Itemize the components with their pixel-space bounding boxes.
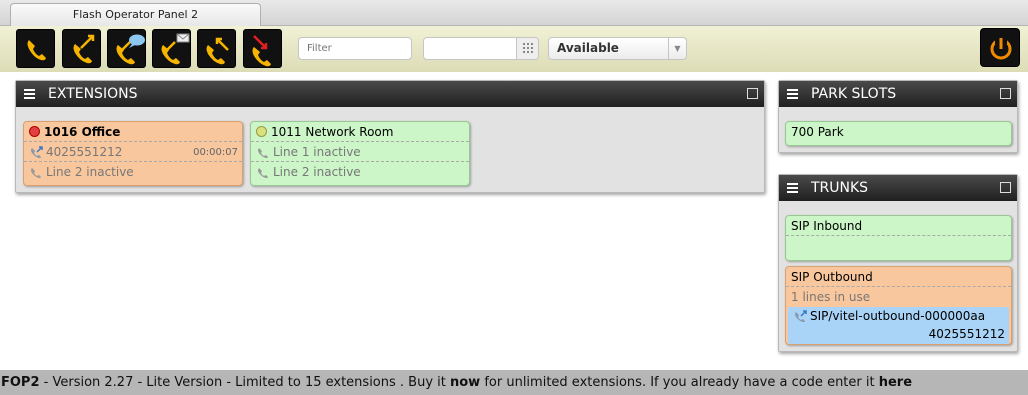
presence-value: Available [557,41,619,55]
line-status: Line 1 inactive [273,145,361,159]
tab-bar: Flash Operator Panel 2 [0,0,1028,27]
menu-icon[interactable] [787,89,798,91]
extensions-header: EXTENSIONS [16,81,764,107]
footer-text: for unlimited extensions. If you already… [480,375,879,390]
park-slot-label: 700 Park [791,125,844,139]
maximize-icon[interactable] [747,88,758,99]
panel-title: EXTENSIONS [48,86,138,102]
trunk-sip-outbound[interactable]: SIP Outbound 1 lines in use SIP/vitel-ou… [785,266,1012,345]
enter-code-link[interactable]: here [879,375,912,390]
phone-active-icon [31,146,43,158]
power-icon [990,36,1012,60]
panel-title: TRUNKS [811,180,869,196]
pickup-button[interactable] [197,29,236,68]
trunks-panel: TRUNKS SIP Inbound SIP Outbound 1 lines … [778,174,1018,352]
transfer-button[interactable] [62,29,101,68]
chevron-down-icon: ▼ [668,38,686,59]
idle-status-icon [256,126,267,137]
trunks-header: TRUNKS [779,175,1017,201]
panel-title: PARK SLOTS [811,86,897,102]
hangup-button[interactable] [243,29,282,68]
phone-active-icon [795,310,807,322]
voicemail-button[interactable] [152,29,191,68]
trunk-name: SIP Outbound [786,268,1011,287]
footer-brand: FOP2 [1,375,40,390]
busy-status-icon [29,126,40,137]
dial-input[interactable] [423,37,539,60]
phone-chat-icon [116,34,145,65]
extensions-panel: EXTENSIONS 1016 Office 4025551212 00:00:0… [15,80,765,193]
phone-line-icon [258,168,268,178]
parkslots-header: PARK SLOTS [779,81,1017,107]
footer-bar: FOP2 - Version 2.27 - Lite Version - Lim… [0,370,1028,395]
channel-name: SIP/vitel-outbound-000000aa [810,309,986,323]
caller-number: 4025551212 [46,145,123,159]
parkslots-panel: PARK SLOTS 700 Park [778,80,1018,153]
phone-hangup-icon [252,35,271,67]
menu-icon[interactable] [24,89,35,91]
phone-line-icon [258,148,268,158]
filter-input[interactable] [298,37,412,60]
extension-name: 1011 Network Room [271,125,394,139]
park-slot-700[interactable]: 700 Park [785,121,1012,146]
call-timer: 00:00:07 [193,147,238,158]
tab-flash-operator-panel[interactable]: Flash Operator Panel 2 [10,3,261,27]
line-status: Line 2 inactive [273,165,361,179]
line-status: Line 2 inactive [46,165,134,179]
maximize-icon[interactable] [1000,182,1011,193]
phone-pickup-icon [206,37,229,65]
phone-handset-icon [27,40,46,61]
trunk-status: 1 lines in use [791,290,871,304]
phone-transfer-icon [73,34,95,64]
active-channel[interactable]: SIP/vitel-outbound-000000aa 4025551212 [788,307,1009,344]
extension-name: 1016 Office [44,125,121,139]
keypad-icon[interactable] [516,38,538,59]
buy-now-link[interactable]: now [450,375,480,390]
dial-button[interactable] [16,29,55,68]
chat-button[interactable] [107,29,146,68]
menu-icon[interactable] [787,183,798,185]
trunk-name: SIP Inbound [786,217,1011,236]
footer-text: - Version 2.27 - Lite Version - Limited … [39,375,450,390]
logout-button[interactable] [980,28,1020,67]
phone-line-icon [31,168,41,178]
extension-card-1011[interactable]: 1011 Network Room Line 1 inactive Line 2… [250,121,470,186]
trunk-sip-inbound[interactable]: SIP Inbound [785,215,1012,261]
phone-voicemail-icon [161,33,190,65]
extension-card-1016[interactable]: 1016 Office 4025551212 00:00:07 Line 2 in… [23,121,243,186]
maximize-icon[interactable] [1000,88,1011,99]
channel-number: 4025551212 [928,327,1005,341]
presence-select[interactable]: Available ▼ [548,37,687,60]
